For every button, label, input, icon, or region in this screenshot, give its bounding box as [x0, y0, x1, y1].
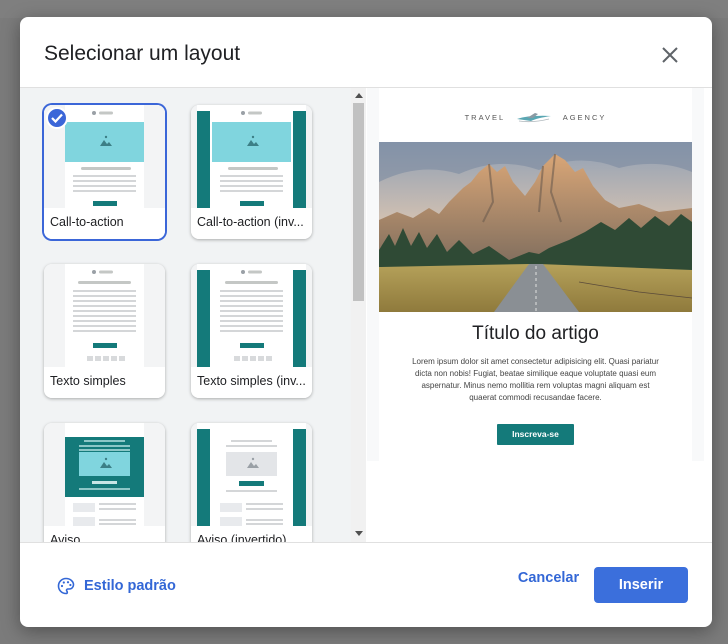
- layout-card-label: Texto simples (inv...: [191, 367, 312, 398]
- brand-right-text: AGENCY: [562, 112, 607, 122]
- layout-card-texto-simples-inverted[interactable]: Texto simples (inv...: [191, 264, 312, 398]
- scroll-down-arrow-icon[interactable]: [355, 531, 363, 536]
- footer-divider: [20, 542, 712, 543]
- gallery-scrollbar[interactable]: [351, 88, 366, 542]
- layout-card-aviso-invertido[interactable]: Aviso (invertido): [191, 423, 312, 542]
- layout-preview: TRAVEL AGENCY Título do artigo Lorem ips…: [367, 88, 712, 542]
- layout-card-aviso[interactable]: Aviso: [44, 423, 165, 542]
- layout-card-call-to-action-inverted[interactable]: Call-to-action (inv...: [191, 105, 312, 239]
- subscribe-button: Inscreva-se: [497, 424, 574, 445]
- layout-card-label: Texto simples: [44, 367, 165, 398]
- default-style-button[interactable]: Estilo padrão: [57, 575, 176, 597]
- article-body: Lorem ipsum dolor sit amet consectetur a…: [412, 357, 659, 402]
- dialog-title: Selecionar um layout: [44, 42, 241, 65]
- airplane-icon: [517, 113, 552, 123]
- insert-button[interactable]: Inserir: [594, 567, 688, 603]
- layout-gallery[interactable]: Call-to-action Call-to-action (inv... Te…: [20, 88, 366, 542]
- layout-thumbnail: [191, 264, 312, 367]
- palette-icon: [57, 577, 75, 595]
- default-style-label: Estilo padrão: [84, 578, 176, 594]
- layout-thumbnail: [191, 423, 312, 526]
- brand-logo: TRAVEL AGENCY: [379, 112, 692, 124]
- layout-card-call-to-action[interactable]: Call-to-action: [44, 105, 165, 239]
- scrollbar-thumb[interactable]: [353, 103, 364, 301]
- layout-card-label: Call-to-action (inv...: [191, 208, 312, 239]
- layout-dialog: Selecionar um layout Call-to-action Call…: [20, 17, 712, 627]
- layout-card-label: Aviso: [44, 526, 165, 542]
- hero-image: [379, 142, 692, 312]
- close-button[interactable]: [658, 43, 682, 67]
- close-icon: [662, 47, 678, 63]
- selected-check-icon: [46, 107, 68, 129]
- layout-card-label: Call-to-action: [44, 208, 165, 239]
- brand-left-text: TRAVEL: [464, 112, 505, 122]
- layout-thumbnail: [44, 423, 165, 526]
- scroll-up-arrow-icon[interactable]: [355, 93, 363, 98]
- email-preview: TRAVEL AGENCY Título do artigo Lorem ips…: [379, 88, 692, 461]
- layout-thumbnail: [191, 105, 312, 208]
- preview-frame: TRAVEL AGENCY Título do artigo Lorem ips…: [367, 88, 704, 461]
- layout-thumbnail: [44, 264, 165, 367]
- article-title: Título do artigo: [472, 323, 599, 344]
- page-backdrop: [0, 0, 728, 18]
- layout-card-texto-simples[interactable]: Texto simples: [44, 264, 165, 398]
- cancel-button[interactable]: Cancelar: [510, 567, 587, 589]
- layout-card-label: Aviso (invertido): [191, 526, 312, 542]
